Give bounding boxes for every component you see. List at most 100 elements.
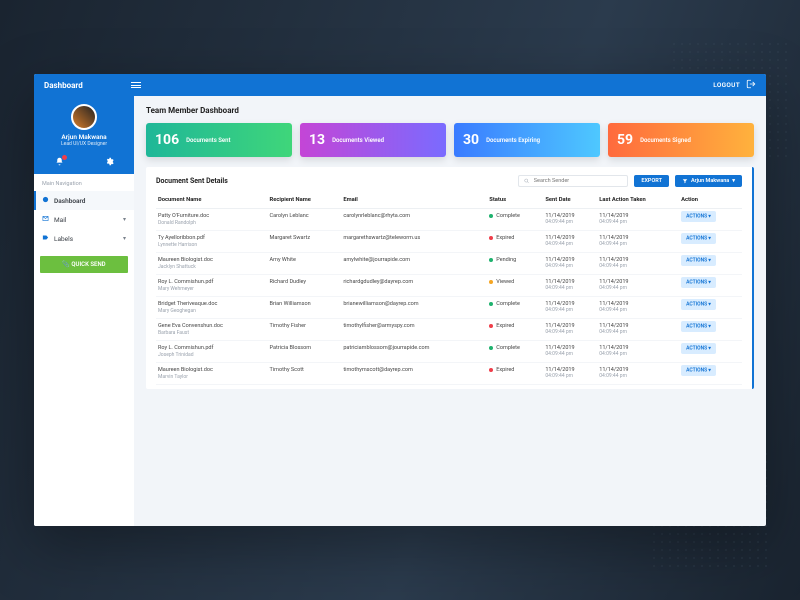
dashboard-icon: [42, 196, 49, 205]
sidebar-item-label: Mail: [54, 216, 66, 224]
cell-action: ACTIONS ▾: [679, 209, 742, 231]
table-row: Roy L. Commishun.pdfMary Wehmeyer Richar…: [156, 275, 742, 297]
sidebar-item-label: Dashboard: [54, 197, 85, 205]
sidebar-item-mail[interactable]: Mail ▾: [34, 210, 134, 229]
cell-action: ACTIONS ▾: [679, 275, 742, 297]
table-row: Roy L. Commishun.pdfJoseph Trinidad Patr…: [156, 341, 742, 363]
logout-button[interactable]: LOGOUT: [713, 81, 740, 89]
stat-card-documents-expiring[interactable]: 30 Documents Expiring: [454, 123, 600, 157]
panel-title: Document Sent Details: [156, 177, 228, 185]
col-sent-date[interactable]: Sent Date: [543, 193, 597, 209]
cell-recipient: Amy White: [268, 253, 342, 275]
cell-document: Bridget Theriveaque.docMary Geoghegan: [156, 297, 268, 319]
table-row: Ty Ayelloribbon.pdfLynnette Harrison Mar…: [156, 231, 742, 253]
stat-label: Documents Expiring: [486, 137, 540, 144]
app-title: Dashboard: [44, 81, 83, 90]
chevron-down-icon: ▾: [123, 235, 126, 242]
cell-recipient: Timothy Scott: [268, 363, 342, 385]
main-content: Team Member Dashboard 106 Documents Sent…: [134, 96, 766, 526]
cell-status: Expired: [487, 363, 543, 385]
cell-sent-date: 11/14/201904:09:44 pm: [543, 297, 597, 319]
row-actions-button[interactable]: ACTIONS ▾: [681, 255, 716, 266]
cell-email: patriciamblossom@jourrapide.com: [341, 341, 487, 363]
cell-last-action: 11/14/201904:09:44 pm: [597, 253, 679, 275]
row-actions-button[interactable]: ACTIONS ▾: [681, 211, 716, 222]
stat-label: Documents Viewed: [332, 137, 384, 144]
cell-email: carolynrleblanc@rhyta.com: [341, 209, 487, 231]
cell-email: richardgdudley@dayrep.com: [341, 275, 487, 297]
cell-sent-date: 11/14/201904:09:44 pm: [543, 209, 597, 231]
row-actions-button[interactable]: ACTIONS ▾: [681, 365, 716, 376]
cell-document: Roy L. Commishun.pdfMary Wehmeyer: [156, 275, 268, 297]
nav-section-label: Main Navigation: [34, 174, 134, 191]
col-action[interactable]: Action: [679, 193, 742, 209]
documents-panel: Document Sent Details EXPORT Arjun Makwa…: [146, 167, 754, 389]
cell-last-action: 11/14/201904:09:44 pm: [597, 363, 679, 385]
sidebar: Arjun Makwana Lead UI/UX Designer Main N…: [34, 96, 134, 526]
cell-recipient: Margaret Swartz: [268, 231, 342, 253]
cell-status: Complete: [487, 209, 543, 231]
chevron-down-icon: ▾: [732, 178, 735, 184]
paperclip-icon: 📎: [62, 261, 69, 268]
logout-icon[interactable]: [746, 79, 756, 91]
col-last-action-taken[interactable]: Last Action Taken: [597, 193, 679, 209]
status-dot: [489, 236, 493, 240]
cell-last-action: 11/14/201904:09:44 pm: [597, 275, 679, 297]
quick-send-button[interactable]: 📎 QUICK SEND: [40, 256, 128, 273]
cell-email: timothylfisher@armyspy.com: [341, 319, 487, 341]
cell-recipient: Patricia Blossom: [268, 341, 342, 363]
row-actions-button[interactable]: ACTIONS ▾: [681, 277, 716, 288]
profile-block: Arjun Makwana Lead UI/UX Designer: [34, 96, 134, 151]
row-actions-button[interactable]: ACTIONS ▾: [681, 321, 716, 332]
row-actions-button[interactable]: ACTIONS ▾: [681, 299, 716, 310]
sidebar-iconrow: [34, 151, 134, 174]
cell-email: timothymscott@dayrep.com: [341, 363, 487, 385]
status-dot: [489, 368, 493, 372]
cell-status: Complete: [487, 297, 543, 319]
row-actions-button[interactable]: ACTIONS ▾: [681, 233, 716, 244]
cell-recipient: Carolyn Leblanc: [268, 209, 342, 231]
cell-action: ACTIONS ▾: [679, 363, 742, 385]
cell-sent-date: 11/14/201904:09:44 pm: [543, 341, 597, 363]
status-dot: [489, 214, 493, 218]
search-input[interactable]: [534, 178, 623, 184]
cell-last-action: 11/14/201904:09:44 pm: [597, 209, 679, 231]
profile-role: Lead UI/UX Designer: [34, 141, 134, 147]
sidebar-item-labels[interactable]: Labels ▾: [34, 229, 134, 248]
menu-toggle-icon[interactable]: [131, 82, 141, 88]
search-sender[interactable]: [518, 175, 628, 187]
col-status[interactable]: Status: [487, 193, 543, 209]
sidebar-item-dashboard[interactable]: Dashboard: [34, 191, 134, 210]
export-button[interactable]: EXPORT: [634, 175, 669, 187]
table-row: Gene Eva Convenshun.docBarbara Faust Tim…: [156, 319, 742, 341]
label-icon: [42, 234, 49, 243]
avatar[interactable]: [71, 104, 97, 130]
col-document-name[interactable]: Document Name: [156, 193, 268, 209]
table-row: Maureen Biologist.docMarvin Taylor Timot…: [156, 363, 742, 385]
cell-document: Gene Eva Convenshun.docBarbara Faust: [156, 319, 268, 341]
cell-action: ACTIONS ▾: [679, 253, 742, 275]
gear-icon: [105, 160, 114, 168]
cell-status: Pending: [487, 253, 543, 275]
cell-sent-date: 11/14/201904:09:44 pm: [543, 319, 597, 341]
table-row: Maureen Biologist.docJacklyn Shattuck Am…: [156, 253, 742, 275]
settings-button[interactable]: [84, 151, 134, 174]
cell-sent-date: 11/14/201904:09:44 pm: [543, 363, 597, 385]
stat-card-documents-sent[interactable]: 106 Documents Sent: [146, 123, 292, 157]
filter-user-dropdown[interactable]: Arjun Makwana ▾: [675, 175, 742, 187]
stat-card-documents-viewed[interactable]: 13 Documents Viewed: [300, 123, 446, 157]
status-dot: [489, 346, 493, 350]
cell-document: Maureen Biologist.docJacklyn Shattuck: [156, 253, 268, 275]
row-actions-button[interactable]: ACTIONS ▾: [681, 343, 716, 354]
col-recipient-name[interactable]: Recipient Name: [268, 193, 342, 209]
documents-table: Document NameRecipient NameEmailStatusSe…: [156, 193, 742, 385]
stat-number: 30: [463, 132, 479, 148]
status-dot: [489, 280, 493, 284]
stat-card-documents-signed[interactable]: 59 Documents Signed: [608, 123, 754, 157]
cell-last-action: 11/14/201904:09:44 pm: [597, 231, 679, 253]
notifications-button[interactable]: [34, 151, 84, 174]
cell-action: ACTIONS ▾: [679, 341, 742, 363]
status-dot: [489, 258, 493, 262]
cell-document: Maureen Biologist.docMarvin Taylor: [156, 363, 268, 385]
col-email[interactable]: Email: [341, 193, 487, 209]
